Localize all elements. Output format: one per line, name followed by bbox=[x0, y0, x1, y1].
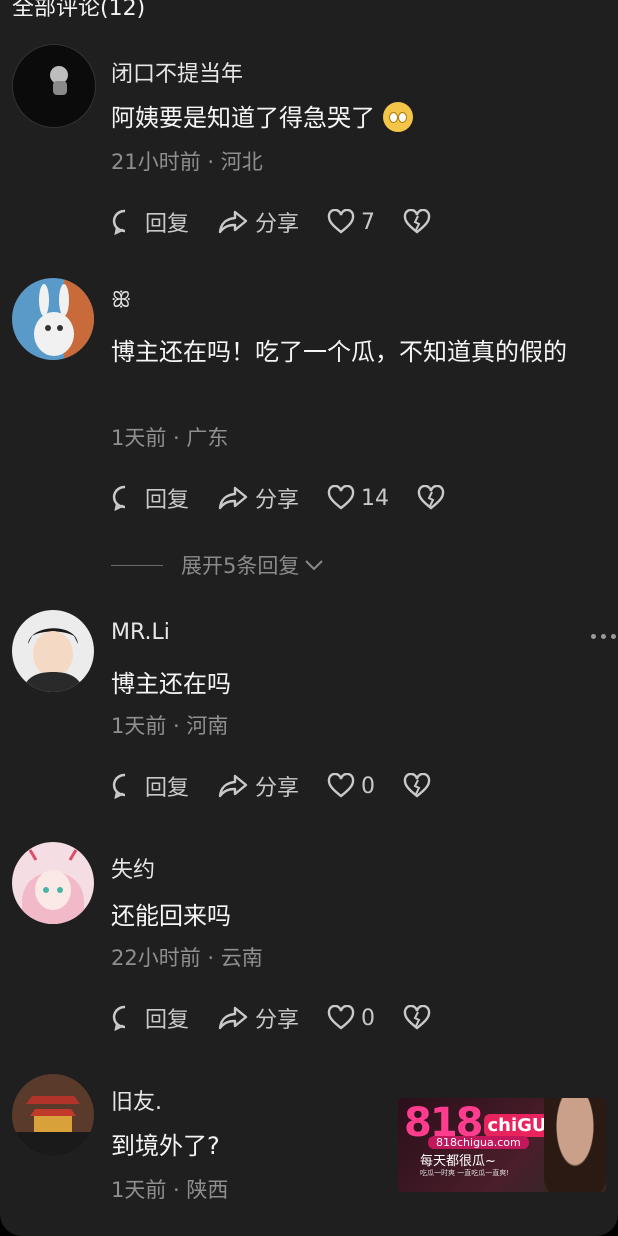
username[interactable]: 失约 bbox=[111, 852, 155, 884]
reply-button[interactable]: 回复 bbox=[111, 770, 189, 802]
ad-tagline: 吃瓜一时爽 一直吃瓜一直爽! bbox=[420, 1169, 510, 1177]
avatar[interactable] bbox=[12, 1074, 94, 1156]
avatar-image bbox=[34, 278, 94, 360]
comment-actions: 回复 分享 14 bbox=[111, 480, 479, 516]
like-button[interactable]: 0 bbox=[327, 773, 375, 799]
avatar[interactable] bbox=[12, 842, 94, 924]
reply-button[interactable]: 回复 bbox=[111, 1002, 189, 1034]
comment-meta: 21小时前 · 河北 bbox=[111, 150, 263, 174]
advertisement-banner[interactable]: 818 chiGUA 818chigua.com 每天都很瓜~ 吃瓜一时爽 一直吃… bbox=[398, 1098, 606, 1192]
chat-bubble-icon bbox=[112, 485, 126, 512]
share-arrow-icon bbox=[218, 774, 248, 798]
dislike-button[interactable] bbox=[403, 209, 437, 235]
comment-text: 博主还在吗 bbox=[111, 670, 231, 698]
share-button[interactable]: 分享 bbox=[217, 206, 299, 238]
more-options-icon[interactable] bbox=[591, 634, 616, 639]
expand-replies-button[interactable]: 展开5条回复 bbox=[111, 550, 325, 580]
avatar-image bbox=[12, 1074, 94, 1156]
teary-face-emoji-icon bbox=[383, 102, 413, 132]
share-button[interactable]: 分享 bbox=[217, 770, 299, 802]
like-button[interactable]: 7 bbox=[327, 209, 375, 235]
share-arrow-icon bbox=[218, 486, 248, 510]
heart-icon bbox=[327, 773, 355, 798]
avatar-image bbox=[22, 628, 84, 692]
broken-heart-icon bbox=[417, 485, 445, 510]
avatar[interactable] bbox=[12, 278, 94, 360]
avatar[interactable] bbox=[12, 610, 94, 692]
dislike-button[interactable] bbox=[417, 485, 451, 511]
comment-meta: 1天前 · 河南 bbox=[111, 714, 229, 738]
username[interactable]: 闭口不提当年 bbox=[111, 56, 243, 88]
comment-meta: 1天前 · 陕西 bbox=[111, 1178, 229, 1202]
ad-slogan: 每天都很瓜~ bbox=[420, 1154, 496, 1169]
like-button[interactable]: 0 bbox=[327, 1005, 375, 1031]
avatar-image bbox=[22, 849, 84, 924]
share-button[interactable]: 分享 bbox=[217, 482, 299, 514]
broken-heart-icon bbox=[403, 773, 431, 798]
comments-panel: 全部评论(12) 闭口不提当年 阿姨要是知道了得急哭了 21小时前 · 河北 回… bbox=[0, 0, 618, 1236]
divider bbox=[111, 564, 163, 566]
comment-actions: 回复 分享 0 bbox=[111, 1000, 465, 1036]
chevron-down-icon bbox=[305, 560, 324, 571]
comment-actions: 回复 分享 7 bbox=[111, 204, 465, 240]
dislike-button[interactable] bbox=[403, 773, 437, 799]
like-button[interactable]: 14 bbox=[327, 485, 389, 511]
avatar[interactable] bbox=[12, 44, 96, 128]
username[interactable]: ꕥ bbox=[111, 288, 131, 313]
ad-url: 818chigua.com bbox=[428, 1136, 529, 1149]
comment-meta: 1天前 · 广东 bbox=[111, 426, 229, 450]
heart-icon bbox=[327, 209, 355, 234]
avatar-image bbox=[50, 66, 68, 95]
comment-text: 还能回来吗 bbox=[111, 902, 231, 930]
chat-bubble-icon bbox=[112, 773, 126, 800]
comment-actions: 回复 分享 0 bbox=[111, 768, 465, 804]
share-arrow-icon bbox=[218, 1006, 248, 1030]
username[interactable]: MR.Li bbox=[111, 620, 170, 645]
dislike-button[interactable] bbox=[403, 1005, 437, 1031]
broken-heart-icon bbox=[403, 1005, 431, 1030]
chat-bubble-icon bbox=[112, 209, 126, 236]
share-button[interactable]: 分享 bbox=[217, 1002, 299, 1034]
comments-count-title: 全部评论(12) bbox=[12, 0, 146, 21]
reply-button[interactable]: 回复 bbox=[111, 482, 189, 514]
broken-heart-icon bbox=[403, 209, 431, 234]
ad-image bbox=[544, 1098, 606, 1192]
username[interactable]: 旧友. bbox=[111, 1084, 162, 1116]
share-arrow-icon bbox=[218, 210, 248, 234]
heart-icon bbox=[327, 485, 355, 510]
chat-bubble-icon bbox=[112, 1005, 126, 1032]
comment-meta: 22小时前 · 云南 bbox=[111, 946, 263, 970]
comment-text: 博主还在吗！吃了一个瓜，不知道真的假的 bbox=[111, 338, 567, 366]
heart-icon bbox=[327, 1005, 355, 1030]
reply-button[interactable]: 回复 bbox=[111, 206, 189, 238]
comment-text: 阿姨要是知道了得急哭了 bbox=[111, 96, 591, 140]
